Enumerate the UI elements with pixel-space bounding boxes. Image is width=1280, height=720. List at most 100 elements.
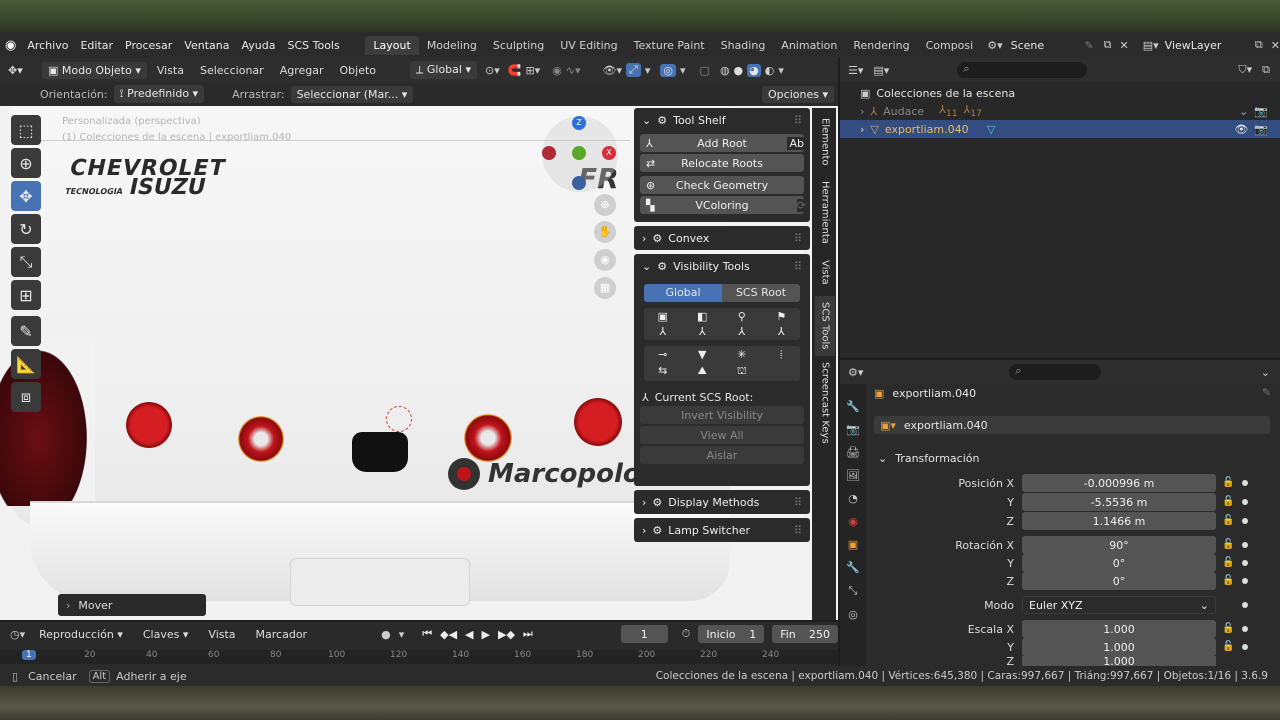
display-mode-icon[interactable]: ▤▾ <box>873 64 889 77</box>
drag-handle-icon[interactable]: ⠿ <box>794 260 802 273</box>
tab-texture-paint[interactable]: Texture Paint <box>626 36 713 55</box>
navigation-gizmo[interactable]: Z X <box>542 116 618 192</box>
add-cube-tool-icon[interactable]: ⧈ <box>11 382 41 412</box>
pin-icon[interactable]: ✎ <box>1262 386 1271 399</box>
vis-lamp-icon[interactable]: ⚲ <box>723 310 761 323</box>
tab-shading[interactable]: Shading <box>713 36 774 55</box>
render-icon[interactable]: 📷 <box>1254 123 1268 136</box>
falloff-icon[interactable]: ∿▾ <box>566 64 581 77</box>
tab-modeling[interactable]: Modeling <box>419 36 485 55</box>
tool-props-icon[interactable]: 🔧 <box>846 400 860 413</box>
options-dropdown[interactable]: Opciones ▾ <box>762 85 834 103</box>
rotation-x-field[interactable]: 90° <box>1022 536 1216 554</box>
jump-start-icon[interactable]: ⏮ <box>422 627 432 641</box>
drag-handle-icon[interactable]: ⠿ <box>794 114 802 127</box>
outliner-row-audace[interactable]: › ⅄ Audace ⅄11 ⅄17 ⌄ 📷 <box>840 102 1280 120</box>
snap-target-icon[interactable]: ⊞▾ <box>525 64 540 77</box>
cursor-tool-icon[interactable]: ⊕ <box>11 148 41 178</box>
rotate-tool-icon[interactable]: ↻ <box>11 214 41 244</box>
outliner-row-root[interactable]: ▣ Colecciones de la escena <box>840 84 1280 102</box>
vis-map-point-icon[interactable]: ⇆ <box>644 364 682 379</box>
location-y-field[interactable]: -5.5536 m <box>1022 493 1216 511</box>
rendered-shading-icon[interactable]: ◐ <box>765 64 775 77</box>
outliner-row-exportliam[interactable]: › ▽ exportliam.040 ▽ 👁 📷 <box>840 120 1280 138</box>
measure-tool-icon[interactable]: 📐 <box>11 349 41 379</box>
scs-root-toggle[interactable]: SCS Root <box>722 284 800 302</box>
lock-icon[interactable]: 🔓 <box>1222 641 1236 653</box>
refresh-icon[interactable]: ⟳ <box>796 198 806 212</box>
render-icon[interactable]: 📷 <box>1254 105 1268 118</box>
keys-menu[interactable]: Claves ▾ <box>137 626 195 643</box>
wireframe-shading-icon[interactable]: ◍ <box>720 64 730 77</box>
vis-trigger-point-icon[interactable]: ⛰ <box>684 364 722 379</box>
keyframe-dot-icon[interactable] <box>1242 626 1248 632</box>
stopwatch-icon[interactable]: ⏱ <box>682 627 691 641</box>
tab-sculpting[interactable]: Sculpting <box>485 36 552 55</box>
drag-handle-icon[interactable]: ⠿ <box>794 232 802 245</box>
view-layer-icon[interactable]: ▤▾ <box>1143 39 1159 52</box>
pin-icon[interactable]: ✎ <box>1084 39 1093 52</box>
mode-dropdown[interactable]: ▣ Modo Objeto ▾ <box>42 61 147 79</box>
tab-animation[interactable]: Animation <box>773 36 845 55</box>
pivot-icon[interactable]: ⊙▾ <box>485 64 500 77</box>
shading-dropdown-icon[interactable]: ▾ <box>778 64 784 77</box>
check-geometry-button[interactable]: ⊛ Check Geometry <box>640 176 804 194</box>
vis-traffic-icon[interactable]: ⦙ <box>763 348 801 362</box>
menu-archivo[interactable]: Archivo <box>21 39 74 52</box>
scene-icon[interactable]: ⚙▾ <box>987 39 1002 52</box>
tab-compositing[interactable]: Composi <box>918 36 982 55</box>
vis-mesh-icon[interactable]: ▣ <box>644 310 682 323</box>
keyframe-dot-icon[interactable] <box>1242 602 1248 608</box>
view-menu[interactable]: Vista <box>202 626 241 643</box>
vis-sign-icon[interactable]: ⚑ <box>763 310 801 323</box>
tab-elemento[interactable]: Elemento <box>815 112 835 172</box>
pan-hand-icon[interactable]: ✋ <box>594 221 616 243</box>
keyframe-dot-icon[interactable] <box>1242 578 1248 584</box>
playback-menu[interactable]: Reproducción ▾ <box>33 626 129 643</box>
hide-icon[interactable]: ⌄ <box>1239 105 1248 118</box>
view-layer-name[interactable]: ViewLayer <box>1165 39 1255 52</box>
delete-scene-icon[interactable]: ✕ <box>1120 39 1129 52</box>
snap-icon[interactable]: 🧲 <box>508 64 522 77</box>
gizmo-neg-z-axis[interactable] <box>572 176 586 190</box>
rotation-mode-dropdown[interactable]: Euler XYZ ⌄ <box>1022 596 1216 614</box>
tab-screencast-keys[interactable]: Screencast Keys <box>815 360 835 446</box>
eye-icon[interactable]: 👁 <box>1234 123 1248 136</box>
proportional-edit-icon[interactable]: ◉ <box>552 64 562 77</box>
keyframe-dot-icon[interactable] <box>1242 542 1248 548</box>
ortho-grid-icon[interactable]: ▦ <box>594 277 616 299</box>
menu-objeto[interactable]: Objeto <box>334 62 383 79</box>
menu-editar[interactable]: Editar <box>74 39 119 52</box>
menu-scs-tools[interactable]: SCS Tools <box>281 39 345 52</box>
delete-view-layer-icon[interactable]: ✕ <box>1271 39 1280 52</box>
display-methods-header[interactable]: › ⚙ Display Methods ⠿ <box>634 490 810 514</box>
chevron-down-icon[interactable]: ⌄ <box>1261 366 1270 379</box>
scene-name[interactable]: Scene <box>1011 39 1085 52</box>
keyframe-dot-icon[interactable] <box>1242 644 1248 650</box>
overlays-icon[interactable]: ◎ <box>660 63 676 77</box>
text-icon[interactable]: Ab <box>787 136 806 150</box>
filter-icon[interactable]: ⛉▾ <box>1238 63 1252 77</box>
record-icon[interactable]: ● <box>381 628 391 641</box>
lock-icon[interactable]: 🔓 <box>1222 623 1236 635</box>
keyframe-dot-icon[interactable] <box>1242 499 1248 505</box>
keyframe-dot-icon[interactable] <box>1242 480 1248 486</box>
gizmo-neg-x-axis[interactable] <box>542 146 556 160</box>
tab-layout[interactable]: Layout <box>365 35 419 55</box>
editor-type-icon[interactable]: ✥▾ <box>8 64 38 77</box>
render-props-icon[interactable]: 📷 <box>846 423 860 436</box>
global-toggle[interactable]: Global <box>644 284 722 302</box>
keyframe-dot-icon[interactable] <box>1242 518 1248 524</box>
next-keyframe-icon[interactable]: ▶◆ <box>498 628 515 641</box>
vis-sign-point-icon[interactable]: ⛫ <box>723 364 761 379</box>
marker-menu[interactable]: Marcador <box>250 626 314 643</box>
tab-rendering[interactable]: Rendering <box>845 36 917 55</box>
blender-icon[interactable]: ◉ <box>0 38 21 53</box>
playhead[interactable]: 1 <box>22 650 36 660</box>
last-operator-panel[interactable]: › Mover <box>58 594 206 616</box>
view-all-button[interactable]: View All <box>640 426 804 444</box>
camera-view-icon[interactable]: ◉ <box>594 249 616 271</box>
gizmo-dropdown-icon[interactable]: ▾ <box>645 64 651 77</box>
properties-editor-icon[interactable]: ⚙▾ <box>848 366 863 379</box>
outliner-search-input[interactable]: ⌕ <box>957 62 1088 78</box>
